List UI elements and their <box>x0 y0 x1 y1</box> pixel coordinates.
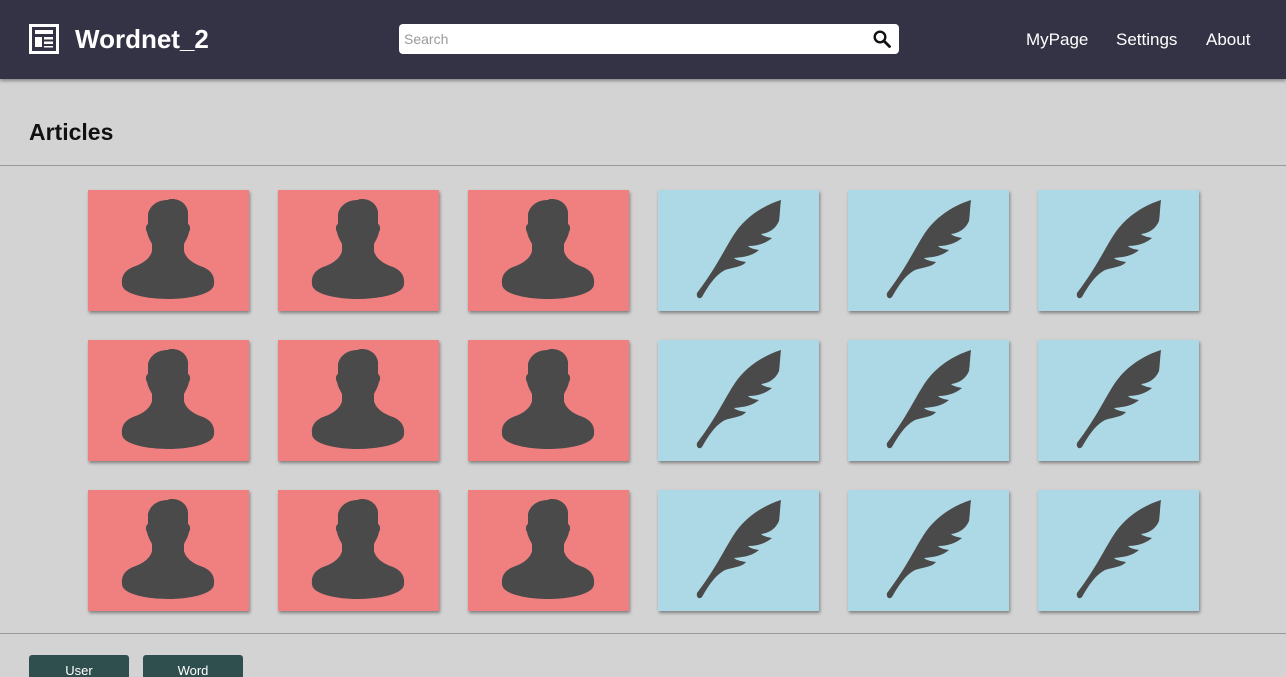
word-article-tile[interactable] <box>848 190 1009 311</box>
user-article-tile[interactable] <box>468 490 629 611</box>
user-silhouette-icon <box>311 499 405 599</box>
user-silhouette-icon <box>121 199 215 299</box>
word-article-tile[interactable] <box>1038 190 1199 311</box>
quill-feather-icon <box>696 200 781 299</box>
user-article-tile[interactable] <box>88 340 249 461</box>
quill-feather-icon <box>886 500 971 599</box>
word-article-tile[interactable] <box>848 340 1009 461</box>
word-article-tile[interactable] <box>658 340 819 461</box>
user-silhouette-icon <box>501 199 595 299</box>
nav-settings[interactable]: Settings <box>1116 30 1177 50</box>
word-filter-button[interactable]: Word <box>143 655 243 677</box>
user-article-tile[interactable] <box>278 490 439 611</box>
quill-feather-icon <box>696 500 781 599</box>
quill-feather-icon <box>1076 350 1161 449</box>
word-article-tile[interactable] <box>658 490 819 611</box>
user-article-tile[interactable] <box>278 340 439 461</box>
user-filter-button[interactable]: User <box>29 655 129 677</box>
quill-feather-icon <box>886 350 971 449</box>
user-article-tile[interactable] <box>88 190 249 311</box>
word-article-tile[interactable] <box>1038 340 1199 461</box>
quill-feather-icon <box>1076 200 1161 299</box>
newspaper-icon[interactable] <box>29 24 59 54</box>
divider-top <box>0 165 1286 166</box>
search-icon[interactable] <box>873 30 891 48</box>
articles-grid <box>88 190 1200 611</box>
user-silhouette-icon <box>501 499 595 599</box>
word-article-tile[interactable] <box>1038 490 1199 611</box>
user-article-tile[interactable] <box>88 490 249 611</box>
user-silhouette-icon <box>311 199 405 299</box>
nav-mypage[interactable]: MyPage <box>1026 30 1088 50</box>
quill-feather-icon <box>886 200 971 299</box>
search-box <box>399 24 899 54</box>
user-article-tile[interactable] <box>278 190 439 311</box>
word-article-tile[interactable] <box>658 190 819 311</box>
user-silhouette-icon <box>121 349 215 449</box>
word-article-tile[interactable] <box>848 490 1009 611</box>
user-article-tile[interactable] <box>468 190 629 311</box>
nav-about[interactable]: About <box>1206 30 1250 50</box>
top-navbar: Wordnet_2 MyPage Settings About <box>0 0 1286 79</box>
quill-feather-icon <box>696 350 781 449</box>
page-title: Articles <box>29 119 114 145</box>
quill-feather-icon <box>1076 500 1161 599</box>
divider-bottom <box>0 633 1286 634</box>
user-article-tile[interactable] <box>468 340 629 461</box>
user-silhouette-icon <box>311 349 405 449</box>
app-title[interactable]: Wordnet_2 <box>75 23 209 55</box>
user-silhouette-icon <box>501 349 595 449</box>
user-silhouette-icon <box>121 499 215 599</box>
search-input[interactable] <box>404 24 864 54</box>
